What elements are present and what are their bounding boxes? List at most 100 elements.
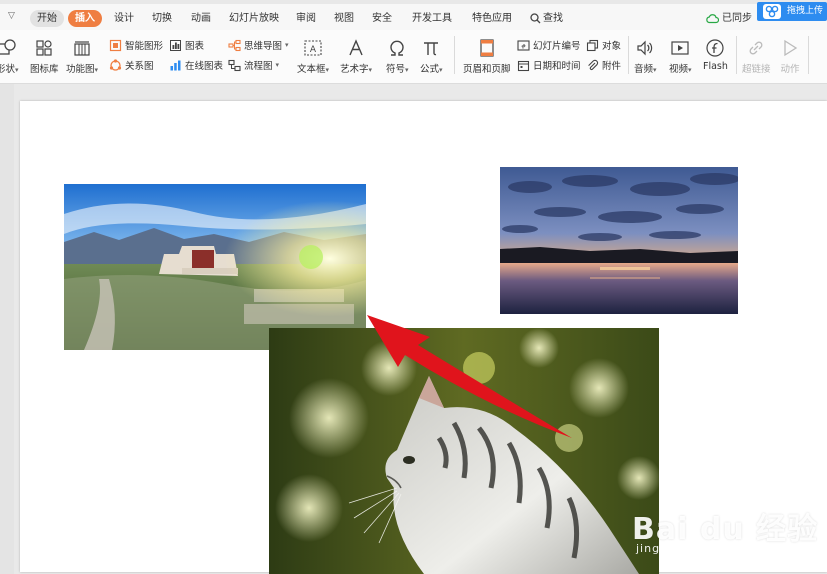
flowchart-button[interactable]: 流程图 ▾ [228,57,279,73]
header-footer-button[interactable]: 页眉和页脚 [463,37,511,75]
flash-icon [704,37,726,59]
watermark-url: jingyan.baidu.com [636,542,755,555]
icon-library-label: 图标库 [30,64,59,75]
speaker-icon [634,37,656,59]
tab-animation[interactable]: 动画 [184,10,218,27]
ribbon-separator [736,36,737,74]
smart-graphic-icon [109,39,122,52]
search-icon [530,13,541,24]
datetime-button[interactable]: 日期和时间 [517,57,581,73]
mindmap-icon [228,39,241,52]
video-button[interactable]: 视频▾ [669,37,692,75]
tab-design[interactable]: 设计 [107,10,141,27]
object-button[interactable]: 对象 [586,37,621,53]
tab-review[interactable]: 审阅 [289,10,323,27]
tab-insert[interactable]: 插入 [68,10,102,27]
cloud-logo-icon [763,4,781,19]
omega-icon [386,37,408,59]
action-button[interactable]: 动作 [779,37,801,75]
flowchart-icon [228,59,241,72]
tab-developer[interactable]: 开发工具 [405,10,459,27]
baidu-jingyan-watermark: Bai du 经验 jingyan.baidu.com [628,482,823,572]
shape-label: 形状 [0,64,16,75]
datetime-label: 日期和时间 [533,61,581,72]
ribbon-separator [628,36,629,74]
ribbon-separator [454,36,455,74]
attachment-label: 附件 [602,61,622,72]
textbox-label: 文本框 [297,64,326,75]
function-chart-label: 功能图 [66,64,95,75]
shape-button[interactable]: 形状▾ [0,37,19,75]
flash-label: Flash [703,61,728,72]
svg-text:A: A [310,45,317,55]
palace-photo[interactable] [64,184,366,350]
shape-icon [0,37,18,59]
audio-button[interactable]: 音频▾ [634,37,657,75]
chart-button[interactable]: 图表 [169,37,204,53]
sunset-lake-photo[interactable] [500,167,738,314]
building-icon [71,37,93,59]
icon-library-button[interactable]: 图标库 [30,37,59,75]
calendar-icon [517,59,530,72]
hyperlink-label: 超链接 [742,64,771,75]
symbol-button[interactable]: 符号▾ [386,37,409,75]
symbol-label: 符号 [386,64,406,75]
video-label: 视频 [669,64,689,75]
flowchart-label: 流程图 [244,61,273,72]
ribbon-separator [808,36,809,74]
object-label: 对象 [602,41,622,52]
slide-number-button[interactable]: # 幻灯片编号 [517,37,581,53]
tab-home[interactable]: 开始 [30,10,64,27]
sync-status[interactable]: 已同步 [706,10,752,27]
mindmap-button[interactable]: 思维导图 ▾ [228,37,289,53]
cat-photo[interactable] [269,328,659,574]
cloud-sync-icon [706,14,719,24]
object-icon [586,39,599,52]
tab-view[interactable]: 视图 [327,10,361,27]
formula-label: 公式 [420,64,440,75]
pi-icon [420,37,442,59]
tab-search[interactable]: 查找 [530,10,563,27]
online-chart-label: 在线图表 [185,61,224,72]
relation-chart-button[interactable]: 关系图 [109,57,154,73]
svg-text:#: # [521,43,526,50]
smart-graphic-button[interactable]: 智能图形 [109,37,163,53]
audio-label: 音频 [634,64,654,75]
title-strip [0,0,827,4]
wordart-icon [345,37,367,59]
tab-slideshow[interactable]: 幻灯片放映 [222,10,286,27]
video-icon [669,37,691,59]
sync-label: 已同步 [722,13,752,24]
paperclip-icon [586,59,599,72]
textbox-button[interactable]: A 文本框▾ [297,37,329,75]
function-chart-button[interactable]: 功能图▾ [66,37,98,75]
chevron-down-icon[interactable]: ▽ [8,11,15,21]
slide-number-icon: # [517,39,530,52]
thumbnail-pane-edge[interactable] [0,84,14,574]
online-chart-icon [169,59,182,72]
slide-number-label: 幻灯片编号 [533,41,581,52]
online-chart-button[interactable]: 在线图表 [169,57,223,73]
drag-upload-badge[interactable]: 拖拽上传 [757,2,827,21]
tab-security[interactable]: 安全 [365,10,399,27]
textbox-icon: A [302,37,324,59]
formula-button[interactable]: 公式▾ [420,37,443,75]
wordart-button[interactable]: 艺术字▾ [340,37,372,75]
tab-special[interactable]: 特色应用 [465,10,519,27]
grid-icon [33,37,55,59]
mindmap-label: 思维导图 [244,41,283,52]
attachment-button[interactable]: 附件 [586,57,621,73]
tab-transition[interactable]: 切换 [145,10,179,27]
smart-graphic-label: 智能图形 [125,41,164,52]
flash-button[interactable]: Flash [703,37,728,72]
upload-label: 拖拽上传 [787,6,824,16]
header-footer-icon [476,37,498,59]
link-icon [745,37,767,59]
search-label: 查找 [543,13,563,24]
hyperlink-button[interactable]: 超链接 [742,37,771,75]
menu-tab-bar: ▽ 开始 插入 设计 切换 动画 幻灯片放映 审阅 视图 安全 开发工具 特色应… [0,0,827,30]
relation-chart-label: 关系图 [125,61,154,72]
header-footer-label: 页眉和页脚 [463,64,511,75]
chart-label: 图表 [185,41,205,52]
wordart-label: 艺术字 [340,64,369,75]
